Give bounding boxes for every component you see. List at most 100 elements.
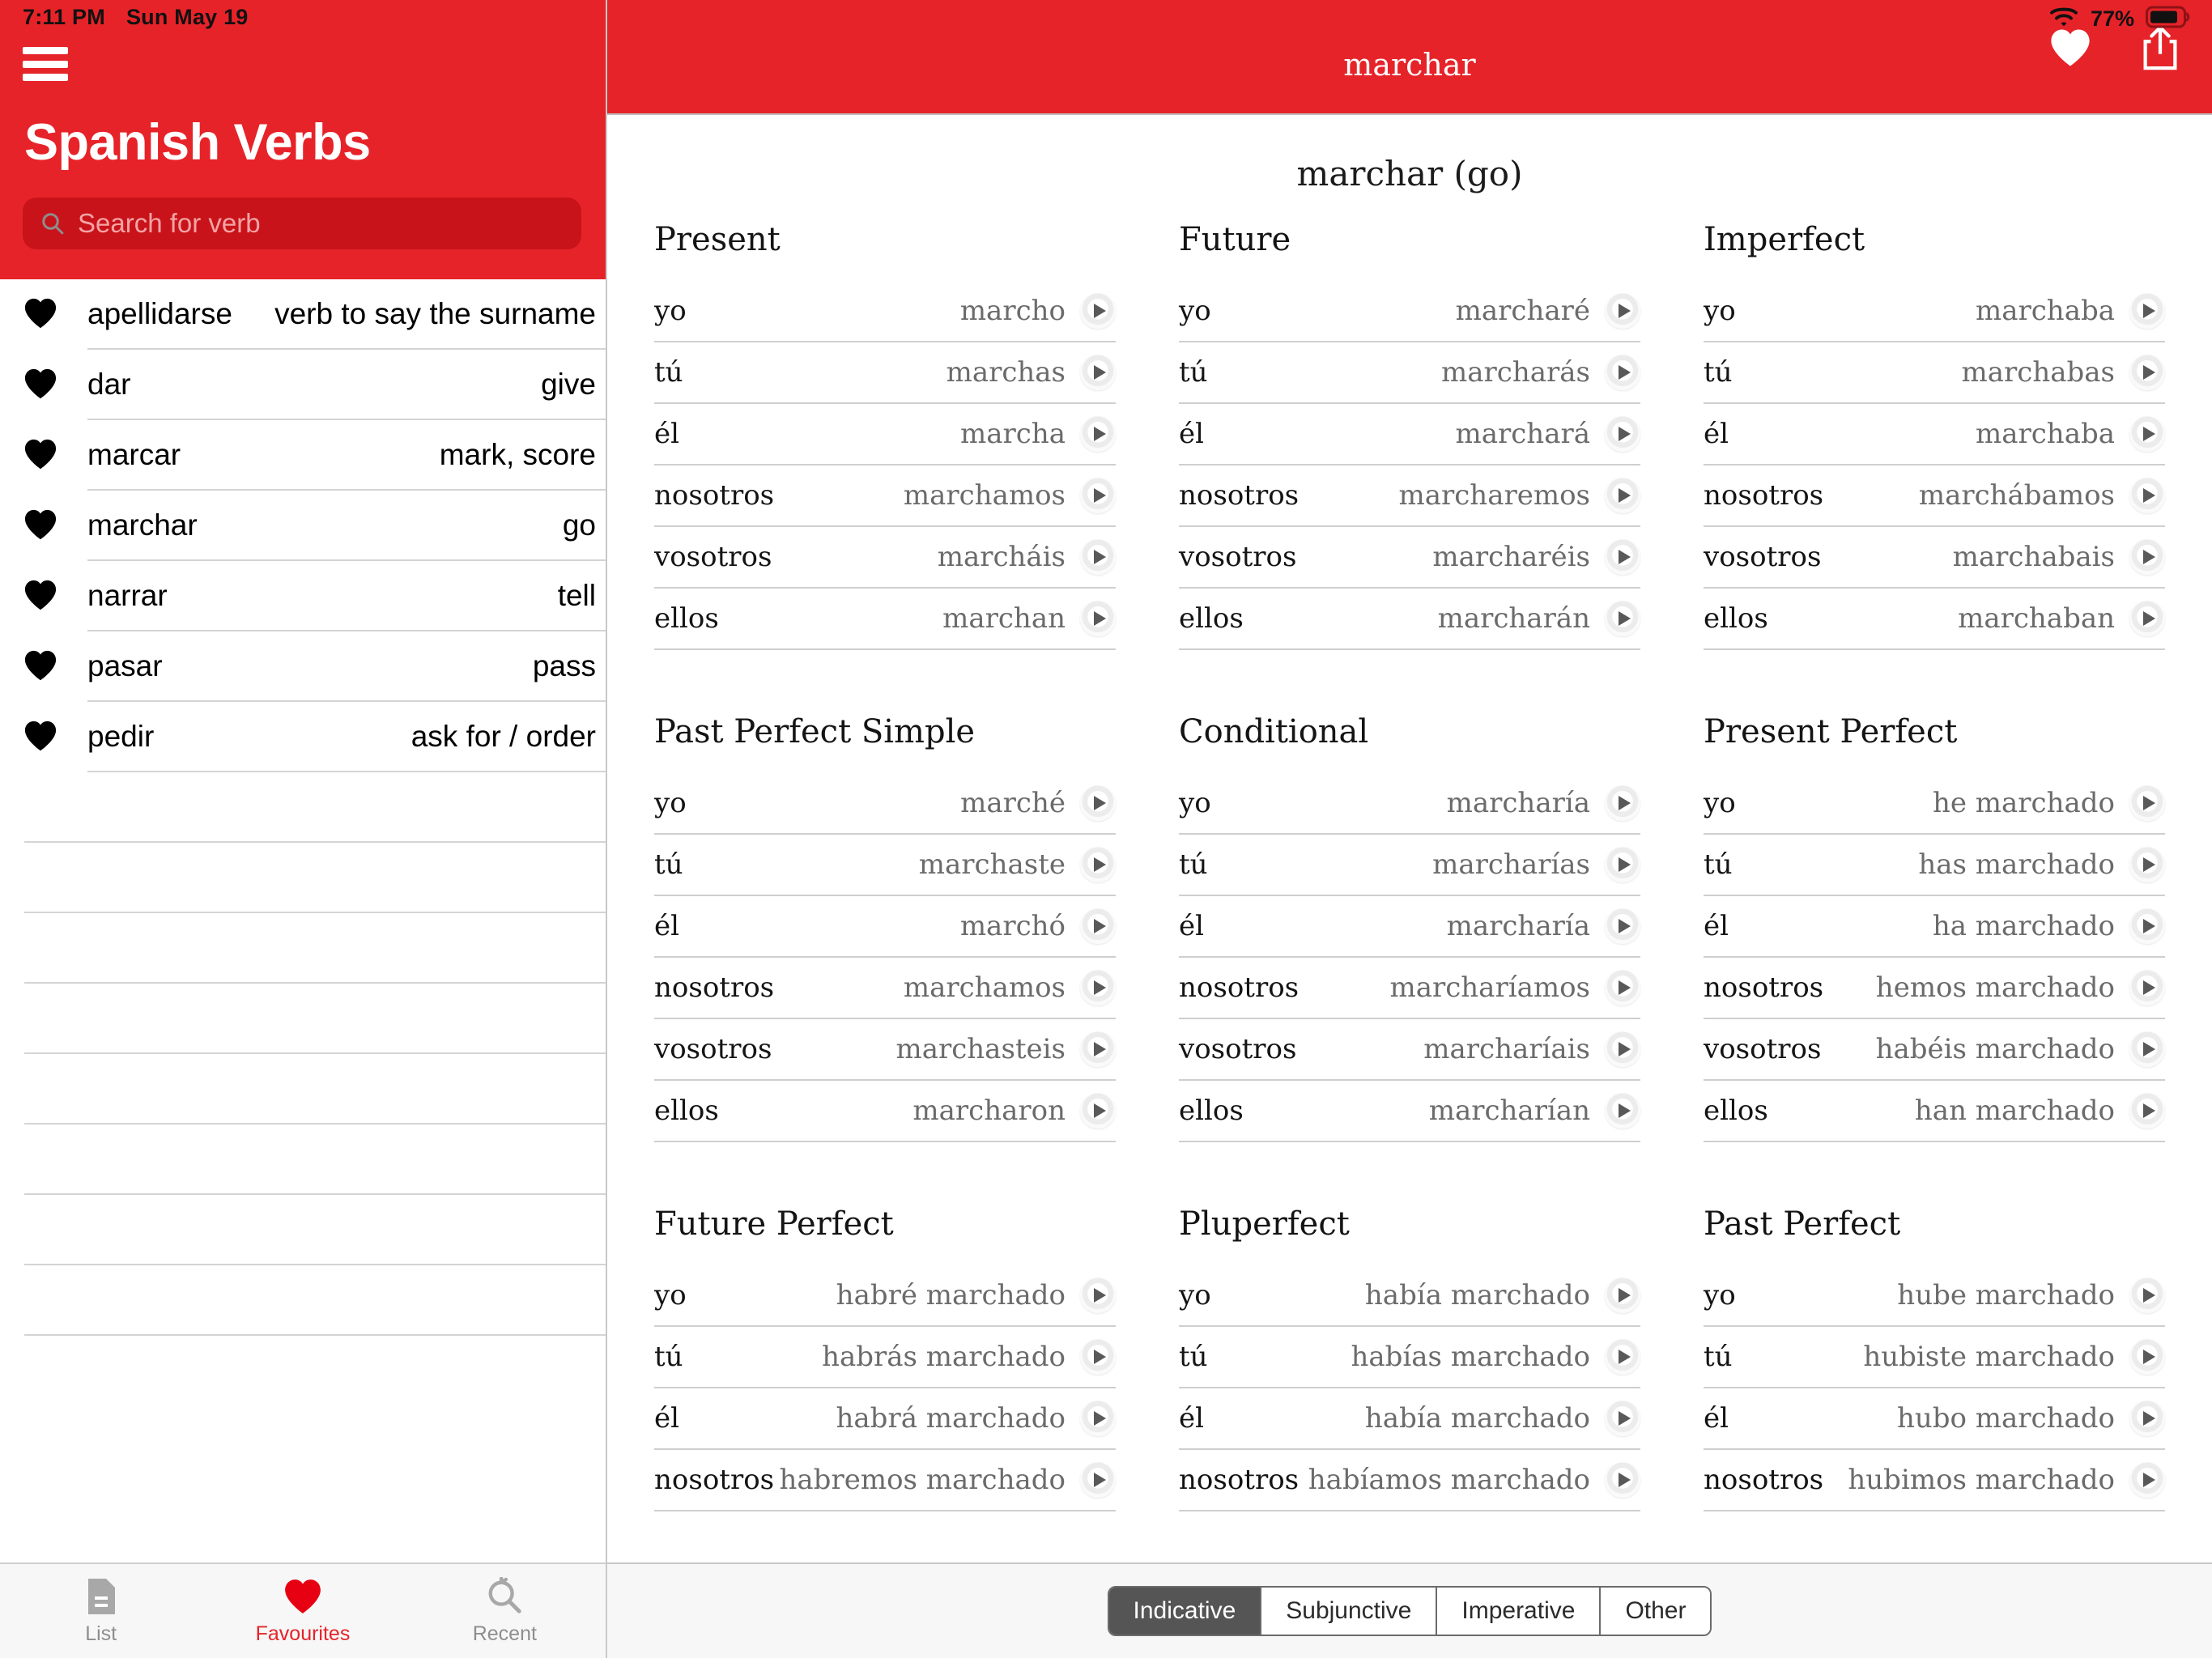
play-icon[interactable] bbox=[1080, 416, 1116, 452]
tense-block: Conditional yo marcharía tú marcharías él marc… bbox=[1179, 713, 1640, 1205]
play-icon[interactable] bbox=[1605, 355, 1640, 390]
play-icon[interactable] bbox=[1605, 785, 1640, 821]
play-icon[interactable] bbox=[1605, 1278, 1640, 1313]
play-icon[interactable] bbox=[2129, 478, 2165, 513]
list-item[interactable]: pasar pass bbox=[0, 631, 606, 702]
hamburger-menu-icon[interactable] bbox=[23, 47, 68, 81]
play-icon[interactable] bbox=[1605, 416, 1640, 452]
play-icon[interactable] bbox=[2129, 601, 2165, 636]
play-icon[interactable] bbox=[1080, 1462, 1116, 1498]
list-item-empty bbox=[24, 843, 606, 913]
play-icon[interactable] bbox=[1080, 785, 1116, 821]
play-icon[interactable] bbox=[1080, 293, 1116, 329]
play-icon[interactable] bbox=[2129, 539, 2165, 575]
list-item-empty bbox=[24, 1054, 606, 1124]
heart-icon[interactable] bbox=[23, 297, 58, 333]
play-triangle bbox=[1618, 550, 1631, 564]
pronoun: yo bbox=[1704, 295, 1736, 327]
pronoun: yo bbox=[654, 295, 687, 327]
play-icon[interactable] bbox=[1605, 539, 1640, 575]
play-triangle bbox=[1093, 1288, 1106, 1303]
tab-list[interactable]: List bbox=[0, 1564, 202, 1658]
play-triangle bbox=[1093, 1103, 1106, 1118]
list-item[interactable]: marcar mark, score bbox=[0, 420, 606, 491]
search-input[interactable]: Search for verb bbox=[23, 198, 581, 249]
play-icon[interactable] bbox=[2129, 1093, 2165, 1129]
play-icon[interactable] bbox=[2129, 293, 2165, 329]
play-icon[interactable] bbox=[1605, 1401, 1640, 1436]
play-icon[interactable] bbox=[1080, 1278, 1116, 1313]
pronoun: ellos bbox=[1179, 602, 1244, 635]
play-icon[interactable] bbox=[1080, 1031, 1116, 1067]
play-icon[interactable] bbox=[1080, 970, 1116, 1005]
play-triangle bbox=[1618, 1473, 1631, 1487]
play-icon[interactable] bbox=[2129, 970, 2165, 1005]
mood-segment-indicative[interactable]: Indicative bbox=[1108, 1588, 1262, 1635]
play-icon[interactable] bbox=[2129, 847, 2165, 882]
wifi-icon bbox=[2048, 5, 2079, 33]
conjugated-form: habremos marchado bbox=[779, 1464, 1066, 1496]
play-icon[interactable] bbox=[1605, 908, 1640, 944]
play-icon[interactable] bbox=[1605, 847, 1640, 882]
play-icon[interactable] bbox=[1080, 1093, 1116, 1129]
play-icon[interactable] bbox=[2129, 785, 2165, 821]
sidebar-header: 7:11 PM Sun May 19 Spanish Verbs Search … bbox=[0, 0, 606, 279]
list-item[interactable]: pedir ask for / order bbox=[0, 702, 606, 772]
tense-title: Pluperfect bbox=[1179, 1205, 1350, 1243]
play-icon[interactable] bbox=[1080, 908, 1116, 944]
mood-segment-imperative[interactable]: Imperative bbox=[1437, 1588, 1602, 1635]
heart-icon[interactable] bbox=[23, 579, 58, 614]
play-icon[interactable] bbox=[1080, 1401, 1116, 1436]
play-icon[interactable] bbox=[1605, 1462, 1640, 1498]
play-icon[interactable] bbox=[1080, 539, 1116, 575]
table-row: tú marchaste bbox=[654, 835, 1116, 896]
play-icon[interactable] bbox=[2129, 355, 2165, 390]
list-item[interactable]: apellidarse verb to say the surname bbox=[0, 279, 606, 350]
play-icon[interactable] bbox=[1080, 601, 1116, 636]
pronoun: yo bbox=[654, 1279, 687, 1312]
heart-icon[interactable] bbox=[23, 508, 58, 544]
heart-icon[interactable] bbox=[2048, 28, 2092, 72]
tab-favourites[interactable]: Favourites bbox=[202, 1564, 403, 1658]
search-placeholder: Search for verb bbox=[78, 208, 261, 238]
play-icon[interactable] bbox=[1080, 478, 1116, 513]
play-icon[interactable] bbox=[2129, 908, 2165, 944]
play-icon[interactable] bbox=[1080, 847, 1116, 882]
conjugated-form: marcho bbox=[959, 295, 1066, 327]
play-icon[interactable] bbox=[2129, 1278, 2165, 1313]
tab-recent[interactable]: Recent bbox=[404, 1564, 606, 1658]
list-item[interactable]: dar give bbox=[0, 350, 606, 420]
play-icon[interactable] bbox=[1605, 293, 1640, 329]
pronoun: él bbox=[654, 418, 679, 450]
heart-icon[interactable] bbox=[23, 438, 58, 474]
list-item[interactable]: narrar tell bbox=[0, 561, 606, 631]
play-icon[interactable] bbox=[1080, 355, 1116, 390]
play-icon[interactable] bbox=[1605, 1031, 1640, 1067]
play-icon[interactable] bbox=[1080, 1339, 1116, 1375]
play-icon[interactable] bbox=[2129, 1401, 2165, 1436]
heart-icon[interactable] bbox=[23, 649, 58, 685]
conjugated-form: habíamos marchado bbox=[1308, 1464, 1590, 1496]
mood-segment-subjunctive[interactable]: Subjunctive bbox=[1261, 1588, 1438, 1635]
verb-list[interactable]: apellidarse verb to say the surname dar giv… bbox=[0, 279, 606, 1562]
play-triangle bbox=[1618, 304, 1631, 318]
play-icon[interactable] bbox=[1605, 478, 1640, 513]
play-icon[interactable] bbox=[1605, 970, 1640, 1005]
play-triangle bbox=[1618, 488, 1631, 503]
play-icon[interactable] bbox=[2129, 1462, 2165, 1498]
list-item[interactable]: marchar go bbox=[0, 491, 606, 561]
table-row: tú marchas bbox=[654, 342, 1116, 404]
play-icon[interactable] bbox=[1605, 1339, 1640, 1375]
pronoun: tú bbox=[1704, 356, 1733, 389]
play-icon[interactable] bbox=[1605, 1093, 1640, 1129]
heart-icon[interactable] bbox=[23, 368, 58, 403]
conjugated-form: hubo marchado bbox=[1896, 1402, 2115, 1435]
play-icon[interactable] bbox=[2129, 1031, 2165, 1067]
mood-segmented-control[interactable]: Indicative Subjunctive Imperative Other bbox=[1107, 1586, 1712, 1636]
play-icon[interactable] bbox=[1605, 601, 1640, 636]
tab-label-favourites: Favourites bbox=[255, 1622, 351, 1645]
play-icon[interactable] bbox=[2129, 1339, 2165, 1375]
mood-segment-other[interactable]: Other bbox=[1601, 1588, 1711, 1635]
play-icon[interactable] bbox=[2129, 416, 2165, 452]
heart-icon[interactable] bbox=[23, 720, 58, 755]
